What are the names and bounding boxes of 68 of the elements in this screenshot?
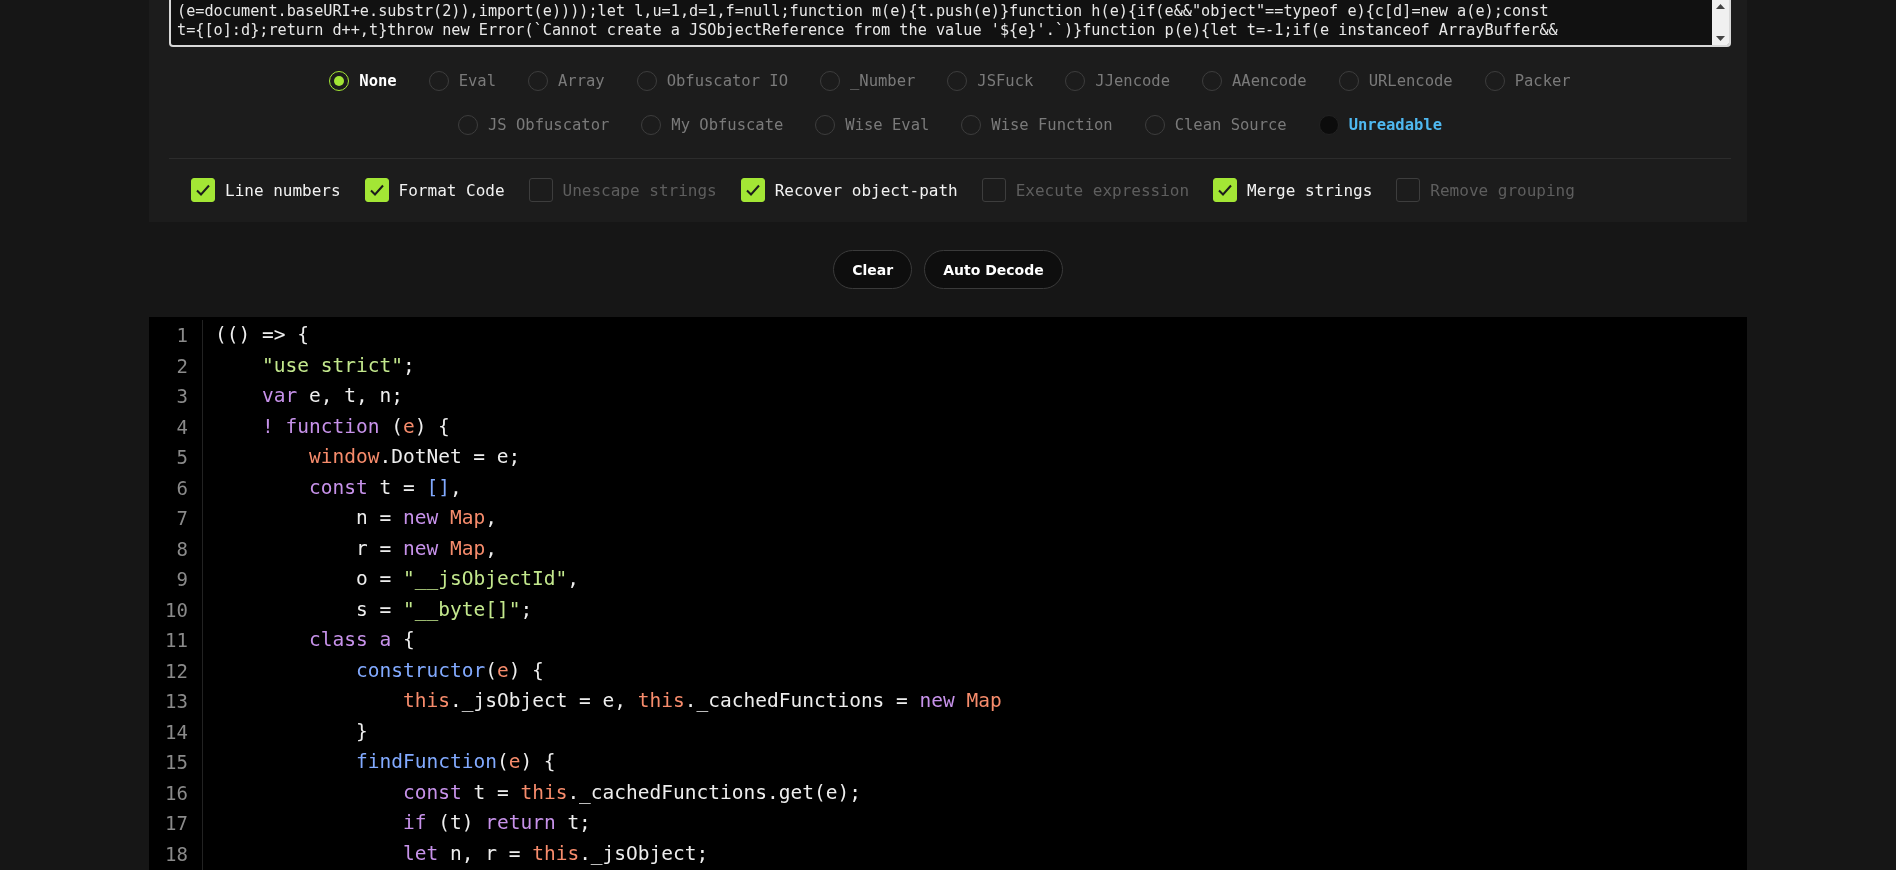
line-number: 14 [165, 719, 188, 745]
code-line: const t = this._cachedFunctions.get(e); [403, 779, 861, 806]
decoder-radio[interactable]: Array [528, 70, 605, 91]
line-number: 13 [165, 689, 188, 714]
decoder-radio[interactable]: Eval [428, 70, 496, 91]
decoder-radio[interactable]: JSFuck [947, 70, 1034, 91]
code-line: r = new Map, [356, 535, 497, 562]
line-number: 17 [165, 811, 188, 836]
decoder-radio[interactable]: Obfuscator IO [636, 70, 788, 91]
option-checkbox[interactable]: Execute expression [981, 178, 1190, 203]
decoder-radio[interactable]: AAencode [1202, 70, 1307, 91]
scroll-down-icon[interactable] [1716, 35, 1725, 41]
code-line: let n, r = this._jsObject; [403, 840, 709, 867]
line-number: 7 [176, 506, 188, 531]
code-line: o = "__jsObjectId", [356, 566, 580, 592]
scrollbar[interactable] [1712, 0, 1729, 45]
code-line: var e, t, n; [262, 383, 403, 409]
decoder-radio[interactable]: _Number [820, 70, 916, 91]
decoder-radio[interactable]: Wise Function [961, 115, 1113, 136]
decoder-radio[interactable]: JS Obfuscator [458, 115, 610, 136]
option-checkbox[interactable]: Merge strings [1213, 178, 1373, 203]
decode-button[interactable]: Auto Decode [924, 250, 1063, 289]
code-line: ! function (e) { [262, 413, 450, 440]
decoder-radio[interactable]: URLencode [1338, 70, 1453, 91]
decoder-radio[interactable]: My Obfuscate [641, 115, 784, 136]
code-line: findFunction(e) { [356, 749, 556, 775]
decoder-radio[interactable]: Wise Eval [815, 115, 930, 136]
line-number: 12 [165, 658, 188, 684]
line-number: 18 [165, 841, 188, 867]
code-line: n = new Map, [356, 505, 497, 531]
code-line: constructor(e) { [356, 657, 544, 684]
option-checkbox[interactable]: Line numbers [191, 178, 341, 203]
decoder-radio[interactable]: None [329, 70, 397, 91]
checkbox-icon[interactable] [1396, 178, 1421, 203]
line-number: 9 [176, 567, 188, 592]
line-number: 15 [165, 750, 188, 775]
code-line: "use strict"; [262, 352, 415, 379]
code-line: (() => { [215, 322, 309, 348]
line-number: 11 [165, 628, 188, 653]
line-number: 8 [176, 536, 188, 562]
line-number: 1 [176, 323, 188, 348]
code-line: class a { [309, 627, 415, 653]
option-checkbox[interactable]: Unescape strings [528, 178, 717, 203]
line-number: 6 [176, 475, 188, 501]
code-line: if (t) return t; [403, 810, 591, 836]
line-number: 5 [176, 445, 188, 470]
clear-button[interactable]: Clear [833, 250, 913, 289]
checkbox-icon[interactable] [528, 178, 553, 203]
scroll-up-icon[interactable] [1716, 4, 1725, 9]
code-line: } [356, 718, 368, 745]
decoder-radio[interactable]: Unreadable [1318, 115, 1442, 136]
checkbox-icon[interactable] [981, 178, 1006, 203]
code-line: s = "__byte[]"; [356, 596, 533, 623]
decoder-radio[interactable]: Clean Source [1144, 115, 1287, 136]
option-checkbox[interactable]: Remove grouping [1396, 178, 1575, 203]
decoder-radio[interactable]: Packer [1484, 70, 1571, 91]
source-input-field[interactable]: (e=document.baseURI+e.substr(2)),import(e))));let l,u=1,d=1,f=null;function m(e){t.push(e)}function h(e){if(e&&"object"==typeof e){c[d]=new a(e);const t={[o]:d};return d++,t}throw new Error(`Cannot create a JSObjectReference from the value '${e}'.`)}function p(e){let t=-1;if(e instanceof ArrayBuffer&& [169, 0, 1731, 47]
decoder-radio[interactable]: JJencode [1065, 70, 1170, 91]
code-line: const t = [], [309, 474, 462, 501]
option-checkbox[interactable]: Recover object-path [740, 178, 958, 203]
line-number: 4 [176, 414, 188, 440]
line-number: 2 [176, 353, 188, 379]
line-number: 3 [176, 384, 188, 409]
line-number: 16 [165, 780, 188, 806]
code-line: window.DotNet = e; [309, 444, 521, 470]
code-line: this._jsObject = e, this._cachedFunctions = new Map [403, 688, 1002, 714]
option-checkbox[interactable]: Format Code [364, 178, 505, 203]
line-number: 10 [165, 597, 188, 623]
